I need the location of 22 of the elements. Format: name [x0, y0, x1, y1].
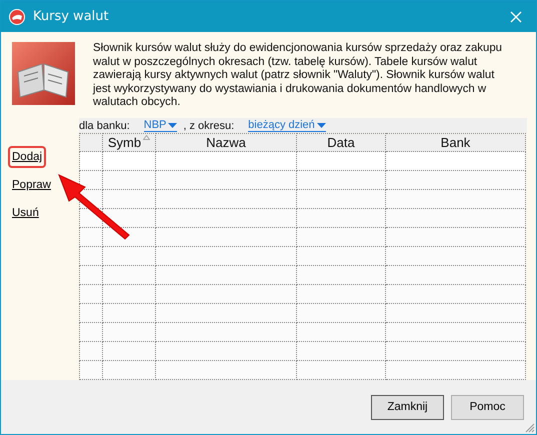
column-header[interactable]: Bank	[386, 134, 526, 152]
action-link[interactable]: Popraw	[8, 174, 55, 196]
bank-dropdown[interactable]: NBP	[144, 119, 178, 132]
column-header[interactable]: Symb	[102, 134, 156, 152]
close-icon[interactable]	[510, 10, 522, 22]
bank-label: dla banku:	[79, 120, 130, 132]
dialog-button[interactable]: Zamknij	[371, 394, 444, 420]
app-logo-icon	[9, 8, 25, 24]
dropdown-caret-icon	[168, 122, 178, 128]
dialog-button[interactable]: Pomoc	[451, 394, 524, 420]
column-header[interactable]: Data	[296, 134, 386, 152]
action-link[interactable]: Dodaj	[8, 146, 46, 168]
period-label: , z okresu:	[183, 120, 234, 132]
action-link[interactable]: Usuń	[8, 202, 43, 224]
book-icon	[12, 42, 75, 105]
column-header[interactable]: Nazwa	[156, 134, 296, 152]
resize-grip-icon[interactable]	[525, 423, 535, 433]
sort-icon	[143, 135, 150, 140]
window-title: Kursy walut	[33, 9, 110, 24]
description-text: Słownik kursów walut służy do ewidencjonowania kursów sprzedaży oraz zakupu walut w poszczególnych okresach (tzw. tabelę kursów). Tabele kursów walut zawierają kursy aktywnych walut (patrz słownik "Waluty"). Słownik kursów walut jest wykorzystywany do wystawiania i drukowania dokumentów handlowych w walutach obcych.	[93, 42, 503, 110]
dropdown-caret-icon	[316, 122, 326, 128]
period-dropdown[interactable]: bieżący dzień	[248, 119, 326, 132]
